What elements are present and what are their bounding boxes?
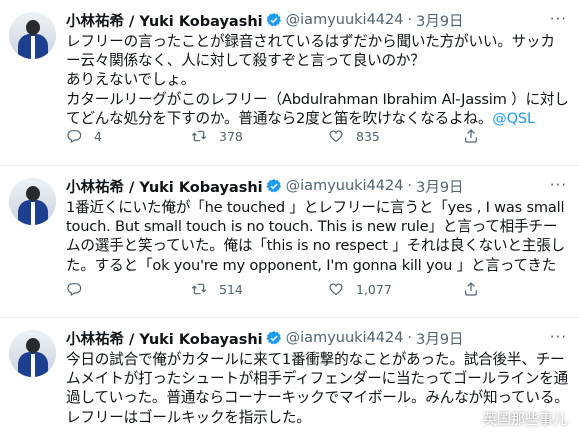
retweet-icon xyxy=(191,130,207,142)
separator: · xyxy=(407,330,413,346)
tweet[interactable]: 小林祐希 / Yuki Kobayashi @iamyuuki4424 · 3月… xyxy=(0,166,579,318)
more-icon[interactable]: ··· xyxy=(550,328,567,346)
tweet-date[interactable]: 3月9日 xyxy=(416,176,463,197)
like-icon xyxy=(329,283,343,296)
more-icon[interactable]: ··· xyxy=(550,176,567,194)
mention-link[interactable]: @QSL xyxy=(492,110,535,127)
tweet-text: レフリーの言ったことが録音されているはずだから聞いた方がいい。サッカー云々関係な… xyxy=(66,33,569,127)
retweet-count: 378 xyxy=(219,128,243,144)
like-count: 1,077 xyxy=(356,281,392,297)
avatar[interactable] xyxy=(9,330,56,377)
reply-count: 4 xyxy=(94,128,102,144)
watermark: 英国那些事儿 xyxy=(459,409,567,429)
retweet-button[interactable]: 378 xyxy=(191,128,243,144)
wechat-icon xyxy=(459,410,478,427)
tweet-header: 小林祐希 / Yuki Kobayashi @iamyuuki4424 · 3月… xyxy=(66,10,569,30)
retweet-count: 514 xyxy=(219,281,243,297)
like-button[interactable]: 1,077 xyxy=(328,281,392,297)
avatar[interactable] xyxy=(9,178,56,225)
tweet-header: 小林祐希 / Yuki Kobayashi @iamyuuki4424 · 3月… xyxy=(66,328,569,348)
author-handle[interactable]: @iamyuuki4424 xyxy=(286,178,404,194)
reply-button[interactable] xyxy=(66,281,94,297)
author-handle[interactable]: @iamyuuki4424 xyxy=(286,12,404,28)
retweet-button[interactable]: 514 xyxy=(191,281,243,297)
author-name[interactable]: 小林祐希 / Yuki Kobayashi xyxy=(66,176,263,197)
verified-badge-icon xyxy=(266,179,281,193)
watermark-text: 英国那些事儿 xyxy=(483,412,567,428)
share-icon xyxy=(465,129,477,143)
verified-badge-icon xyxy=(266,13,281,27)
tweet-text: 1番近くにいた俺が「he touched 」とレフリーに言うと「yes , I … xyxy=(66,199,569,274)
author-name[interactable]: 小林祐希 / Yuki Kobayashi xyxy=(66,10,263,31)
tweet[interactable]: 小林祐希 / Yuki Kobayashi @iamyuuki4424 · 3月… xyxy=(0,0,579,166)
author-handle[interactable]: @iamyuuki4424 xyxy=(286,330,404,346)
retweet-icon xyxy=(191,283,207,295)
tweet-date[interactable]: 3月9日 xyxy=(416,328,463,349)
author-name[interactable]: 小林祐希 / Yuki Kobayashi xyxy=(66,328,263,349)
avatar[interactable] xyxy=(9,12,56,59)
tweet-date[interactable]: 3月9日 xyxy=(416,10,463,31)
share-button[interactable] xyxy=(463,128,491,144)
like-button[interactable]: 835 xyxy=(328,128,380,144)
reply-icon xyxy=(67,130,82,144)
verified-badge-icon xyxy=(266,331,281,345)
separator: · xyxy=(407,12,413,28)
share-icon xyxy=(465,282,477,296)
reply-button[interactable]: 4 xyxy=(66,128,102,144)
share-button[interactable] xyxy=(463,281,491,297)
more-icon[interactable]: ··· xyxy=(550,10,567,28)
reply-icon xyxy=(67,283,82,297)
like-count: 835 xyxy=(356,128,380,144)
separator: · xyxy=(407,178,413,194)
tweet-header: 小林祐希 / Yuki Kobayashi @iamyuuki4424 · 3月… xyxy=(66,176,569,196)
like-icon xyxy=(329,130,343,143)
